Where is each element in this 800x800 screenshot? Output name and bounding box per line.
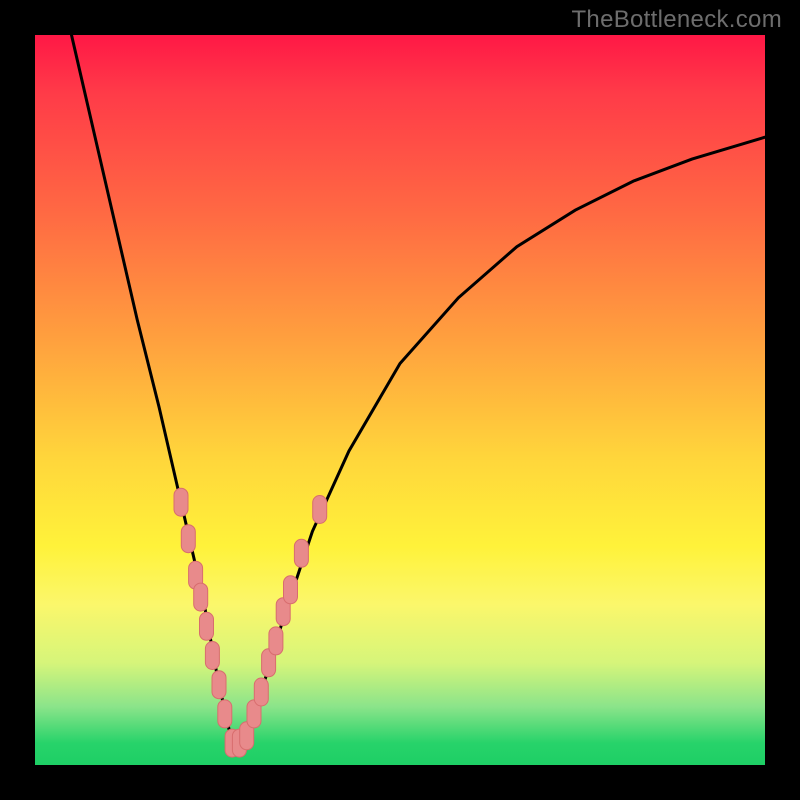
watermark-text: TheBottleneck.com — [571, 6, 782, 34]
curve-marker — [269, 627, 283, 655]
curve-marker — [212, 671, 226, 699]
chart-frame: TheBottleneck.com — [0, 0, 800, 800]
bottleneck-curve-path — [72, 35, 766, 743]
curve-markers — [174, 488, 327, 757]
curve-marker — [313, 496, 327, 524]
curve-marker — [294, 539, 308, 567]
curve-marker — [254, 678, 268, 706]
curve-marker — [200, 612, 214, 640]
bottleneck-curve — [72, 35, 766, 743]
curve-marker — [218, 700, 232, 728]
curve-marker — [174, 488, 188, 516]
curve-marker — [181, 525, 195, 553]
curve-marker — [284, 576, 298, 604]
curve-marker — [194, 583, 208, 611]
chart-overlay — [35, 35, 765, 765]
curve-marker — [205, 642, 219, 670]
